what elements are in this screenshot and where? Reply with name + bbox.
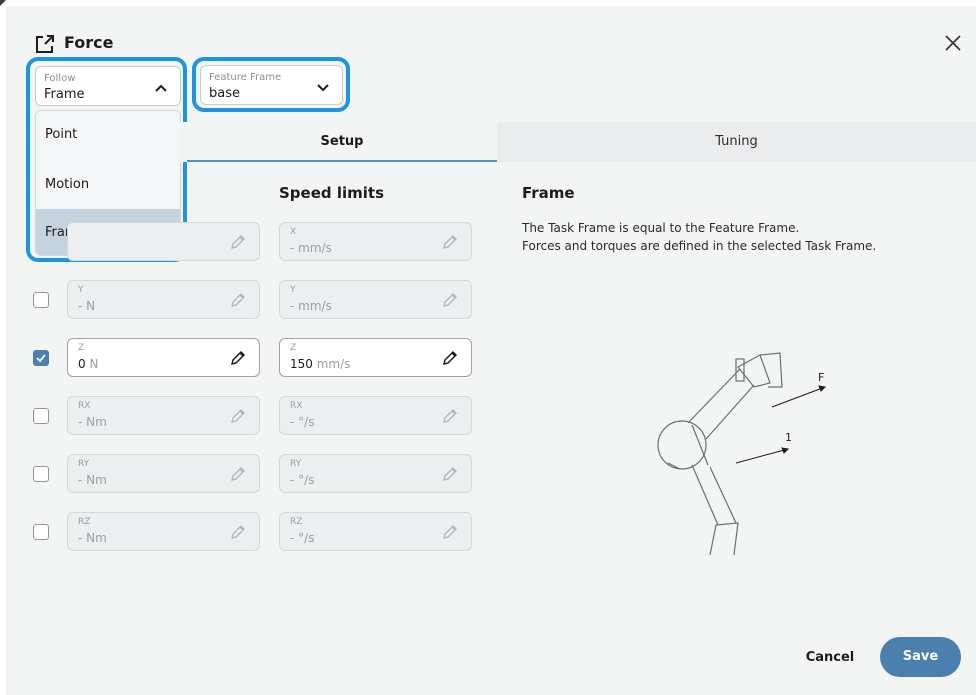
- tab-tuning[interactable]: Tuning: [497, 122, 976, 162]
- speed-rz-axis-label: RZ: [290, 517, 303, 527]
- feature-frame-value: base: [209, 86, 240, 101]
- chevron-down-icon: [317, 84, 329, 92]
- pencil-icon: [231, 525, 245, 539]
- force-rz-field[interactable]: RZ - Nm: [67, 512, 260, 551]
- speed-y-value: - mm/s: [290, 299, 332, 313]
- pencil-icon: [442, 350, 458, 366]
- force-rx-value: - Nm: [78, 415, 107, 429]
- chevron-up-icon: [155, 84, 167, 92]
- follow-value: Frame: [44, 87, 85, 102]
- pencil-icon: [231, 467, 245, 481]
- speed-rx-axis-label: RX: [290, 401, 303, 411]
- info-line-1: The Task Frame is equal to the Feature F…: [522, 221, 800, 235]
- speed-x-field[interactable]: X - mm/s: [279, 222, 472, 261]
- speed-ry-axis-label: RY: [290, 459, 302, 469]
- force-rz-value: - Nm: [78, 531, 107, 545]
- pencil-icon: [231, 235, 245, 249]
- force-label: F: [818, 371, 824, 384]
- pencil-icon: [231, 293, 245, 307]
- speed-x-axis-label: X: [290, 227, 297, 237]
- enable-ry-checkbox[interactable]: [33, 466, 49, 482]
- force-z-axis-label: Z: [78, 343, 85, 353]
- robot-arm-illustration: F 1: [657, 352, 827, 555]
- force-y-field[interactable]: Y - N: [67, 280, 260, 319]
- force-ry-axis-label: RY: [78, 459, 90, 469]
- tab-bar: Setup Tuning: [187, 122, 976, 162]
- speed-limits-title: Speed limits: [279, 184, 384, 202]
- pencil-icon: [231, 409, 245, 423]
- enable-z-checkbox[interactable]: [33, 350, 49, 366]
- pencil-icon: [443, 293, 457, 307]
- frame-label: 1: [785, 431, 792, 444]
- checkmark-icon: [36, 354, 46, 363]
- speed-y-axis-label: Y: [290, 285, 296, 295]
- speed-ry-value: - °/s: [290, 473, 315, 487]
- speed-rz-field[interactable]: RZ - °/s: [279, 512, 472, 551]
- force-y-value: - N: [78, 299, 96, 313]
- info-line-2: Forces and torques are defined in the se…: [522, 239, 877, 253]
- dialog-title: Force: [64, 33, 114, 52]
- follow-select[interactable]: Follow Frame: [35, 66, 181, 106]
- force-rz-axis-label: RZ: [78, 517, 91, 527]
- speed-rx-field[interactable]: RX - °/s: [279, 396, 472, 435]
- force-rx-field[interactable]: RX - Nm: [67, 396, 260, 435]
- force-ry-value: - Nm: [78, 473, 107, 487]
- pencil-icon: [443, 235, 457, 249]
- enable-y-checkbox[interactable]: [33, 292, 49, 308]
- force-z-value: 0 N: [78, 357, 99, 371]
- save-button[interactable]: Save: [880, 637, 961, 677]
- feature-frame-select[interactable]: Feature Frame base: [200, 65, 343, 105]
- tab-strip: [180, 122, 187, 162]
- speed-z-field[interactable]: Z 150 mm/s: [279, 338, 472, 377]
- enable-rx-checkbox[interactable]: [33, 408, 49, 424]
- enable-rz-checkbox[interactable]: [33, 524, 49, 540]
- pencil-icon: [443, 467, 457, 481]
- speed-z-value: 150 mm/s: [290, 357, 351, 371]
- force-z-field[interactable]: Z 0 N: [67, 338, 260, 377]
- feature-frame-label: Feature Frame: [209, 72, 282, 83]
- speed-z-axis-label: Z: [290, 343, 297, 353]
- follow-option-motion[interactable]: Motion: [36, 161, 180, 209]
- pencil-icon: [443, 525, 457, 539]
- speed-ry-field[interactable]: RY - °/s: [279, 454, 472, 493]
- pencil-icon: [443, 409, 457, 423]
- speed-rx-value: - °/s: [290, 415, 315, 429]
- force-rx-axis-label: RX: [78, 401, 91, 411]
- follow-label: Follow: [44, 73, 76, 84]
- speed-y-field[interactable]: Y - mm/s: [279, 280, 472, 319]
- force-x-field[interactable]: [67, 222, 260, 261]
- follow-option-point[interactable]: Point: [36, 111, 180, 159]
- info-title: Frame: [522, 184, 575, 202]
- speed-x-value: - mm/s: [290, 241, 332, 255]
- external-link-icon: [36, 35, 54, 53]
- tab-setup[interactable]: Setup: [187, 122, 497, 162]
- speed-rz-value: - °/s: [290, 531, 315, 545]
- force-ry-field[interactable]: RY - Nm: [67, 454, 260, 493]
- cancel-button[interactable]: Cancel: [790, 646, 870, 670]
- force-y-axis-label: Y: [78, 285, 84, 295]
- pencil-icon: [230, 350, 246, 366]
- close-icon[interactable]: [940, 30, 966, 56]
